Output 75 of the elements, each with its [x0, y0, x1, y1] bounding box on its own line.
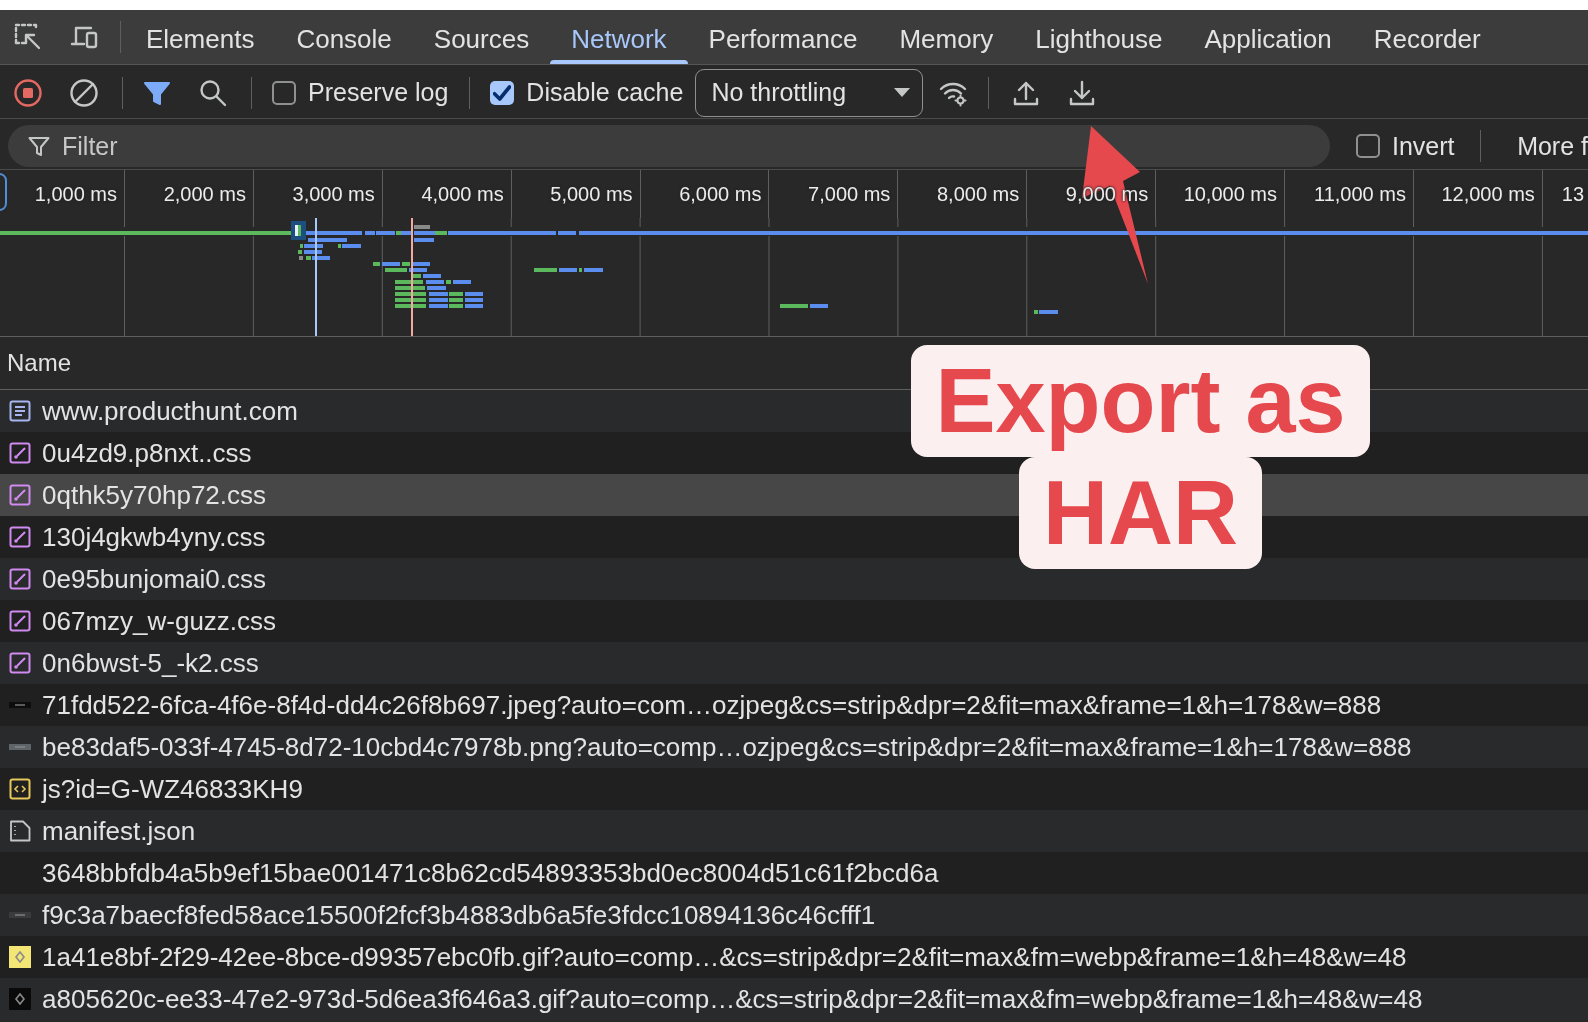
callout-text: Export as [911, 345, 1370, 457]
checkbox[interactable] [490, 80, 515, 105]
request-name: 71fdd522-6fca-4f6e-8f4d-dd4c26f8b697.jpeg?auto=com…ozjpeg&cs=strip&dpr=2&fit=max&frame=1&h=178&w=888 [42, 689, 1382, 721]
tab[interactable]: Memory [878, 10, 1015, 64]
tab[interactable]: Lighthouse [1014, 10, 1184, 64]
request-row[interactable]: 0n6bwst-5_-k2.css [0, 642, 1588, 684]
time-tick-label: 12,000 ms [1441, 182, 1535, 206]
time-tick-label: 6,000 ms [679, 182, 762, 206]
file-icon [9, 820, 31, 842]
tab[interactable]: Performance [687, 10, 879, 64]
time-tick-label: 13 [1561, 182, 1585, 206]
request-name: 0e95bunjomai0.css [42, 563, 267, 595]
callout-text: HAR [1019, 457, 1262, 569]
brush-square-icon [9, 652, 31, 674]
time-tick-label: 8,000 ms [936, 182, 1020, 206]
checkmark-icon [493, 83, 512, 102]
time-tick-label: 4,000 ms [421, 182, 504, 206]
stop-recording-icon[interactable] [13, 77, 43, 108]
request-name: be83daf5-033f-4745-8d72-10cbd4c7978b.png?auto=comp…ozjpeg&cs=strip&dpr=2&fit=max&frame=1&h=178&w=888 [42, 731, 1412, 763]
filter-icon [27, 134, 51, 158]
request-name: 3648bbfdb4a5b9ef15bae001471c8b62cd54893353bd0ec8004d51c61f2bcd6a [42, 857, 939, 889]
request-name: f9c3a7baecf8fed58ace15500f2fcf3b4883db6a5fe3fdcc10894136c46cfff1 [42, 899, 876, 931]
checkbox[interactable] [1356, 134, 1380, 158]
tab[interactable]: Sources [412, 10, 551, 64]
brush-square-icon [9, 568, 31, 590]
request-row[interactable]: manifest.json [0, 810, 1588, 852]
request-name: 130j4gkwb4yny.css [42, 521, 266, 553]
request-row[interactable]: be83daf5-033f-4745-8d72-10cbd4c7978b.png?auto=comp…ozjpeg&cs=strip&dpr=2&fit=max&frame=1&h=178&w=888 [0, 726, 1588, 768]
checkbox-label[interactable]: Preserve log [308, 78, 449, 107]
request-name: 1a41e8bf-2f29-42ee-8bce-d99357ebc0fb.gif?auto=comp…&cs=strip&dpr=2&fit=max&fm=webp&frame=1&h=48&w=48 [42, 941, 1407, 973]
tab[interactable]: Console [275, 10, 413, 64]
request-row[interactable]: a805620c-ee33-47e2-973d-5d6ea3f646a3.gif?auto=comp…&cs=strip&dpr=2&fit=max&fm=webp&frame=1&h=48&w=48 [0, 978, 1588, 1020]
time-tick-label: 10,000 ms [1183, 182, 1277, 206]
request-name: 0qthk5y70hp72.css [42, 479, 267, 511]
checkbox-label[interactable]: Invert [1392, 131, 1455, 161]
tab[interactable]: Elements [125, 10, 276, 64]
tab[interactable]: Network [550, 10, 688, 64]
request-name: 0u4zd9.p8nxt..css [42, 437, 252, 469]
request-row[interactable]: 0e95bunjomai0.css [0, 558, 1588, 600]
request-name: www.producthunt.com [42, 395, 298, 427]
document-icon [9, 400, 31, 422]
request-row[interactable]: 067mzy_w-guzz.css [0, 600, 1588, 642]
request-row[interactable]: 71fdd522-6fca-4f6e-8f4d-dd4c26f8b697.jpeg?auto=com…ozjpeg&cs=strip&dpr=2&fit=max&frame=1&h=178&w=888 [0, 684, 1588, 726]
throttling-select[interactable]: No throttling [695, 68, 924, 117]
brush-square-icon [9, 442, 31, 464]
checkbox-label[interactable]: Disable cache [526, 78, 684, 107]
request-name: manifest.json [42, 815, 196, 847]
time-tick-label: 5,000 ms [550, 182, 633, 206]
brush-square-icon [9, 610, 31, 632]
time-tick-label: 1,000 ms [34, 182, 117, 206]
caret-icon [894, 88, 911, 97]
clear-icon[interactable] [69, 77, 99, 108]
tab[interactable]: Recorder [1352, 10, 1502, 64]
time-tick-label: 3,000 ms [292, 182, 375, 206]
search-icon[interactable] [198, 77, 228, 108]
time-tick-label: 7,000 ms [808, 182, 891, 206]
time-tick-label: 2,000 ms [163, 182, 246, 206]
request-row[interactable]: 1a41e8bf-2f29-42ee-8bce-d99357ebc0fb.gif?auto=comp…&cs=strip&dpr=2&fit=max&fm=webp&frame=1&h=48&w=48 [0, 936, 1588, 978]
tab[interactable]: Application [1183, 10, 1353, 64]
request-row[interactable]: js?id=G-WZ46833KH9 [0, 768, 1588, 810]
code-icon [9, 778, 31, 800]
request-name: 0n6bwst-5_-k2.css [42, 647, 259, 679]
checkbox[interactable] [272, 80, 296, 105]
column-header[interactable]: Name [7, 349, 72, 377]
request-name: js?id=G-WZ46833KH9 [42, 773, 303, 805]
request-name: 067mzy_w-guzz.css [42, 605, 277, 637]
request-name: a805620c-ee33-47e2-973d-5d6ea3f646a3.gif?auto=comp…&cs=strip&dpr=2&fit=max&fm=webp&frame=1&h=48&w=48 [42, 983, 1423, 1015]
brush-square-icon [9, 526, 31, 548]
time-tick-label: 11,000 ms [1314, 182, 1406, 206]
request-row[interactable]: 3648bbfdb4a5b9ef15bae001471c8b62cd54893353bd0ec8004d51c61f2bcd6a [0, 852, 1588, 894]
more-filters-button[interactable]: More f [1517, 131, 1588, 161]
brush-square-icon [9, 484, 31, 506]
request-row[interactable]: f9c3a7baecf8fed58ace15500f2fcf3b4883db6a5fe3fdcc10894136c46cfff1 [0, 894, 1588, 936]
inspect-icon[interactable] [13, 22, 43, 52]
filter-field[interactable]: Filter [8, 125, 1330, 167]
